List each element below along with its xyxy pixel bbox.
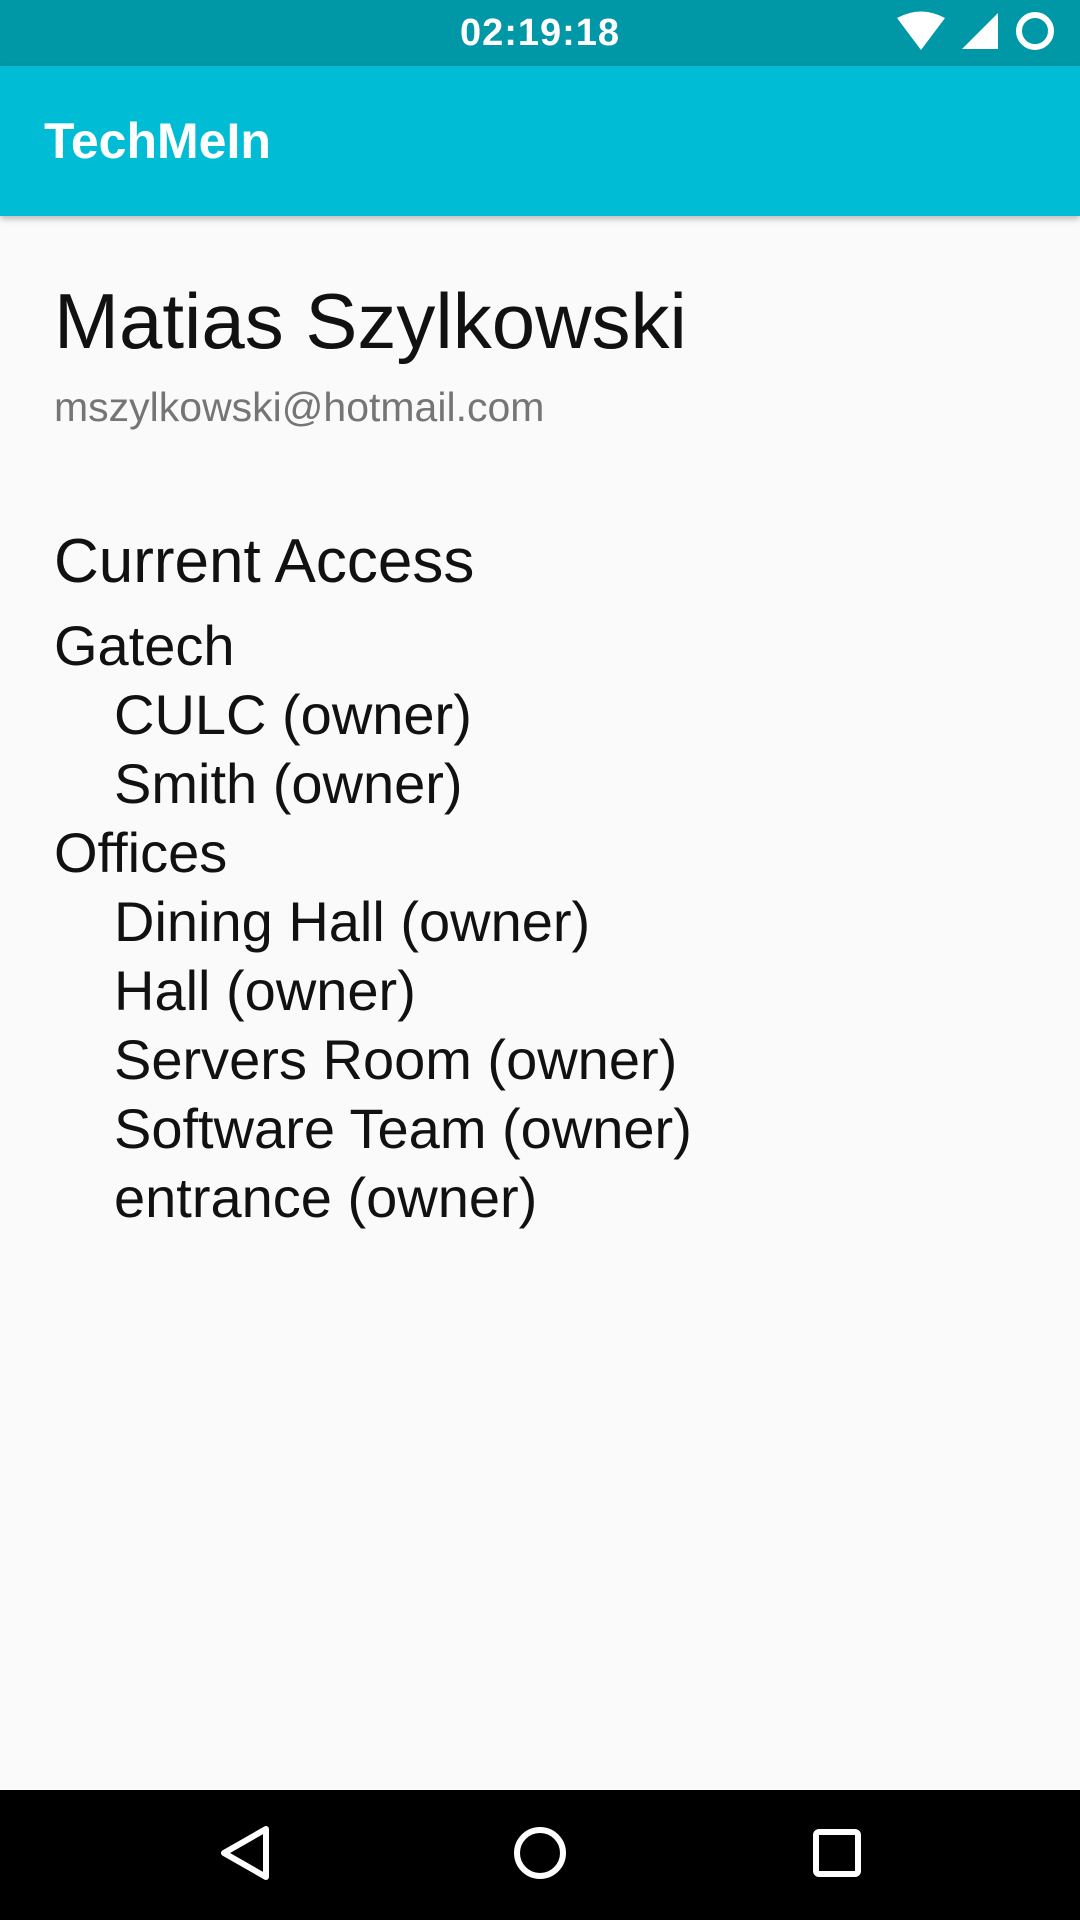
access-room-item: CULC (owner) bbox=[114, 683, 472, 746]
back-icon bbox=[218, 1825, 272, 1886]
battery-circle-icon bbox=[1014, 10, 1056, 57]
access-group-name: Offices bbox=[54, 821, 228, 884]
access-room-item: Smith (owner) bbox=[114, 752, 463, 815]
home-button[interactable] bbox=[475, 1790, 605, 1920]
wifi-icon bbox=[896, 11, 946, 56]
app-bar: TechMeIn bbox=[0, 66, 1080, 216]
access-room-item: Hall (owner) bbox=[114, 959, 416, 1022]
access-list: Gatech CULC (owner) Smith (owner) Office… bbox=[54, 611, 692, 1232]
access-room-item: Servers Room (owner) bbox=[114, 1028, 678, 1091]
recents-icon bbox=[812, 1828, 862, 1883]
access-group-name: Gatech bbox=[54, 614, 235, 677]
recents-button[interactable] bbox=[772, 1790, 902, 1920]
status-icons bbox=[896, 10, 1056, 57]
back-button[interactable] bbox=[180, 1790, 310, 1920]
user-email: mszylkowski@hotmail.com bbox=[54, 384, 545, 430]
system-nav-bar bbox=[0, 1790, 1080, 1920]
user-name: Matias Szylkowski bbox=[54, 277, 687, 365]
app-title: TechMeIn bbox=[44, 113, 271, 169]
access-room-item: entrance (owner) bbox=[114, 1166, 538, 1229]
access-room-item: Software Team (owner) bbox=[114, 1097, 692, 1160]
status-bar: 02:19:18 bbox=[0, 0, 1080, 66]
access-heading: Current Access bbox=[54, 527, 475, 596]
access-room-item: Dining Hall (owner) bbox=[114, 890, 591, 953]
cell-signal-icon bbox=[960, 11, 1000, 56]
home-icon bbox=[512, 1825, 568, 1886]
